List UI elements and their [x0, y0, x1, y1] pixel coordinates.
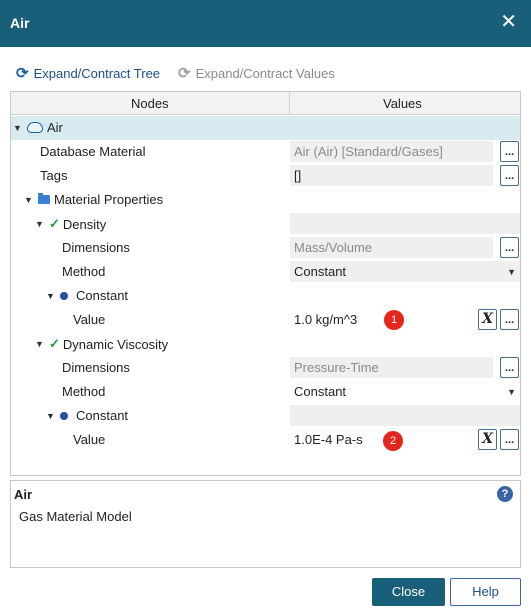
- tree-row-label: Air: [47, 120, 63, 135]
- tree-row-label: Material Properties: [54, 192, 164, 207]
- expand-contract-values-button[interactable]: ⟳ Expand/Contract Values: [178, 60, 335, 86]
- tree-row-label: Constant: [76, 408, 129, 423]
- annotation-badge: 1: [384, 310, 404, 330]
- dropdown-arrow-icon[interactable]: ▼: [507, 267, 516, 277]
- column-divider[interactable]: [289, 92, 290, 115]
- expand-contract-tree-button[interactable]: ⟳ Expand/Contract Tree: [16, 60, 160, 86]
- description-panel: Air ? Gas Material Model: [10, 480, 521, 568]
- folder-icon: [38, 193, 50, 204]
- refresh-icon: ⟳: [178, 65, 191, 82]
- tree-header: Nodes Values: [11, 92, 520, 115]
- viscosity-method-select[interactable]: Constant ▼: [290, 381, 520, 403]
- viscosity-dimensions-value: Pressure-Time: [290, 357, 493, 378]
- tree-row-density-value[interactable]: Value 1.0 kg/m^3 1 X ...: [11, 308, 520, 332]
- collapse-triangle-icon[interactable]: ▼: [46, 411, 56, 421]
- window-title: Air: [10, 15, 30, 31]
- refresh-icon: ⟳: [16, 65, 29, 82]
- cloud-icon: [27, 122, 43, 133]
- collapse-triangle-icon[interactable]: ▼: [13, 123, 23, 133]
- properties-tree: Nodes Values ▼ Air Database Material Air…: [10, 91, 521, 476]
- density-value-input[interactable]: 1.0 kg/m^3: [290, 309, 475, 330]
- title-bar: Air ✕: [0, 0, 531, 47]
- tree-row-label: Value: [73, 432, 106, 447]
- ellipsis-button[interactable]: ...: [500, 357, 519, 378]
- tree-row-label: Constant: [76, 288, 129, 303]
- tree-row-density[interactable]: ▼ ✓ Density: [11, 212, 520, 236]
- expand-contract-tree-label: Expand/Contract Tree: [33, 65, 161, 81]
- database-material-value: Air (Air) [Standard/Gases]: [290, 141, 493, 162]
- tags-value[interactable]: []: [290, 165, 493, 186]
- values-column-header: Values: [383, 96, 422, 111]
- ellipsis-button[interactable]: ...: [500, 237, 519, 258]
- collapse-triangle-icon[interactable]: ▼: [35, 339, 45, 349]
- density-value-cell: [290, 213, 520, 234]
- description-title: Air: [14, 487, 33, 502]
- tree-row-label: Method: [62, 384, 106, 399]
- tree-row-database-material[interactable]: Database Material Air (Air) [Standard/Ga…: [11, 140, 520, 164]
- description-text: Gas Material Model: [19, 509, 132, 524]
- tree-row-label: Dynamic Viscosity: [62, 336, 169, 352]
- tree-row-label: Tags: [40, 168, 68, 183]
- tree-row-viscosity-constant[interactable]: ▼ Constant: [11, 404, 520, 428]
- density-dimensions-value: Mass/Volume: [290, 237, 493, 258]
- collapse-triangle-icon[interactable]: ▼: [24, 195, 34, 205]
- ellipsis-button[interactable]: ...: [500, 165, 519, 186]
- tree-row-label: Method: [62, 264, 106, 279]
- collapse-triangle-icon[interactable]: ▼: [46, 291, 56, 301]
- close-button[interactable]: Close: [372, 578, 445, 606]
- viscosity-constant-value-cell: [290, 405, 520, 426]
- viscosity-method-value: Constant: [294, 384, 347, 399]
- check-icon: ✓: [49, 216, 60, 231]
- collapse-triangle-icon[interactable]: ▼: [35, 219, 45, 229]
- nodes-column-header: Nodes: [131, 96, 169, 111]
- tree-row-density-method[interactable]: Method Constant ▼: [11, 260, 520, 284]
- tree-row-label: Database Material: [40, 144, 146, 159]
- tree-row-viscosity-method[interactable]: Method Constant ▼: [11, 380, 520, 404]
- tree-row-viscosity-dimensions[interactable]: Dimensions Pressure-Time ...: [11, 356, 520, 380]
- tree-row-tags[interactable]: Tags [] ...: [11, 164, 520, 188]
- tree-row-label: Dimensions: [62, 360, 130, 375]
- tree-row-viscosity-value[interactable]: Value 1.0E-4 Pa-s 2 X ...: [11, 428, 520, 452]
- help-button[interactable]: Help: [450, 578, 521, 606]
- dropdown-arrow-icon[interactable]: ▼: [507, 387, 516, 397]
- ellipsis-button[interactable]: ...: [500, 309, 519, 330]
- density-method-select[interactable]: Constant ▼: [290, 261, 520, 283]
- expression-button[interactable]: X: [478, 429, 497, 450]
- tree-row-label: Value: [73, 312, 106, 327]
- tree-row-label: Density: [62, 216, 107, 232]
- bullet-icon: [60, 291, 68, 300]
- ellipsis-button[interactable]: ...: [500, 141, 519, 162]
- tree-row-label: Dimensions: [62, 240, 130, 255]
- expression-button[interactable]: X: [478, 309, 497, 330]
- help-icon[interactable]: ?: [497, 486, 513, 502]
- ellipsis-button[interactable]: ...: [500, 429, 519, 450]
- annotation-badge: 2: [383, 431, 403, 451]
- tree-row-material-properties[interactable]: ▼ Material Properties: [11, 188, 520, 212]
- toolbar: ⟳ Expand/Contract Tree ⟳ Expand/Contract…: [0, 60, 531, 86]
- tree-row-density-dimensions[interactable]: Dimensions Mass/Volume ...: [11, 236, 520, 260]
- check-icon: ✓: [49, 336, 60, 351]
- tree-row-dynamic-viscosity[interactable]: ▼ ✓ Dynamic Viscosity: [11, 332, 520, 356]
- close-icon[interactable]: ✕: [500, 11, 517, 31]
- bullet-icon: [60, 411, 68, 420]
- tree-row-air[interactable]: ▼ Air: [11, 116, 520, 140]
- expand-contract-values-label: Expand/Contract Values: [195, 65, 335, 81]
- tree-row-density-constant[interactable]: ▼ Constant: [11, 284, 520, 308]
- density-method-value: Constant: [290, 261, 520, 282]
